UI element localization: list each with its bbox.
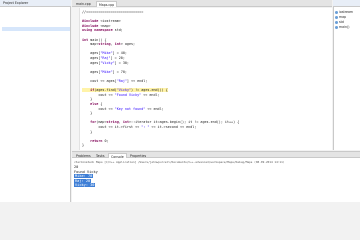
tree-item[interactable]: Working Text Files (2, 60, 70, 64)
code-line: //============================ (82, 10, 144, 14)
code-line: cout << "Key not found" << endl; (82, 106, 164, 111)
tree-item[interactable]: Vectors and Memory (2, 55, 70, 59)
tree-item[interactable]: Custom Exceptions (2, 18, 70, 22)
code-line: if(ages.find("Vicky") != ages.end()) { (82, 88, 168, 93)
editor-tab-bar: main.cpp Maps.cpp (72, 0, 332, 7)
outline-item[interactable]: map (335, 15, 346, 19)
code-line: } (82, 143, 85, 148)
tree-item[interactable]: Reading Text Files (2, 41, 70, 45)
tree-item[interactable]: Exception Basics (2, 23, 70, 27)
tree-item[interactable]: Standard Exceptions (2, 46, 70, 50)
outline-header (333, 0, 360, 7)
console-selected-text: Mike: 70 (74, 174, 94, 179)
outline-item-icon (335, 10, 338, 14)
code-line: } (82, 111, 93, 116)
editor-gutter (72, 8, 80, 150)
code-line: } (82, 129, 93, 134)
code-line: else { (90, 102, 103, 106)
outline-item-label: map (339, 15, 347, 19)
outline-item-icon (335, 15, 338, 19)
tree-item[interactable]: Two-dimensional Vectors (2, 50, 70, 54)
console-line: 20 (74, 165, 79, 169)
tree-item[interactable]: Moving Files in Files (2, 32, 70, 36)
tree-item[interactable]: Maps (2, 27, 70, 32)
outline-item-icon (335, 20, 338, 24)
code-line: #include <iostream> (82, 19, 121, 24)
outline-item-label: std (339, 20, 344, 24)
code-line: using namespace std; (82, 28, 123, 33)
code-line: ages["Mike"] = 40; (82, 51, 127, 56)
tab-main-cpp[interactable]: main.cpp (74, 1, 93, 7)
tree-item[interactable]: Reading and Writing Binary Files (2, 37, 70, 41)
outline-item-label: main() (339, 25, 350, 29)
tree-item[interactable]: Catching Subclass Exceptions (2, 14, 70, 18)
code-line: int main() { (82, 37, 107, 42)
code-line: #include <map> (82, 23, 111, 28)
code-line: return 0; (90, 138, 109, 143)
console-line: Mike: 70 (74, 174, 94, 179)
console-selected-text: Raj: 20 (74, 178, 92, 183)
console-header: <terminated> Maps [C/C++ Application] /U… (74, 160, 285, 164)
code-line: ages["Raj"] = 20; (82, 56, 125, 60)
outline-item[interactable]: main() (335, 25, 349, 29)
tree-item[interactable]: Basic Exceptions (2, 9, 70, 13)
code-line: cout << "Found Vicky" << endl; (82, 92, 160, 97)
code-line: } (82, 97, 93, 102)
code-line: for(map<string, int>::iterator it=ages.b… (90, 120, 240, 125)
outline-item[interactable]: iostream (335, 10, 353, 14)
outline-item-label: iostream (339, 10, 354, 14)
outline-item-icon (335, 25, 338, 29)
project-explorer-header: Project Explorer (0, 0, 71, 7)
code-line: cout << ages["Raj"] << endl; (82, 79, 148, 83)
project-explorer-title: Project Explorer (3, 1, 29, 5)
outline-item[interactable]: std (335, 20, 344, 24)
console-tab-bar: Problems Tasks Console Properties (72, 151, 360, 159)
tab-maps-cpp[interactable]: Maps.cpp (96, 1, 118, 7)
console-selected-text: Vicky: 30 (74, 183, 96, 188)
console-line: Vicky: 30 (74, 183, 96, 188)
console-line: Found Vicky (74, 169, 98, 174)
code-line: ages["Vicky"] = 30; (82, 60, 129, 65)
console-line: Raj: 20 (74, 178, 92, 183)
code-line: ages["Mike"] = 70; (82, 69, 127, 74)
console-output[interactable] (72, 158, 360, 202)
code-line: map<string, int> ages; (82, 42, 136, 47)
code-line: cout << it->first << ": " << it->second … (82, 125, 197, 129)
